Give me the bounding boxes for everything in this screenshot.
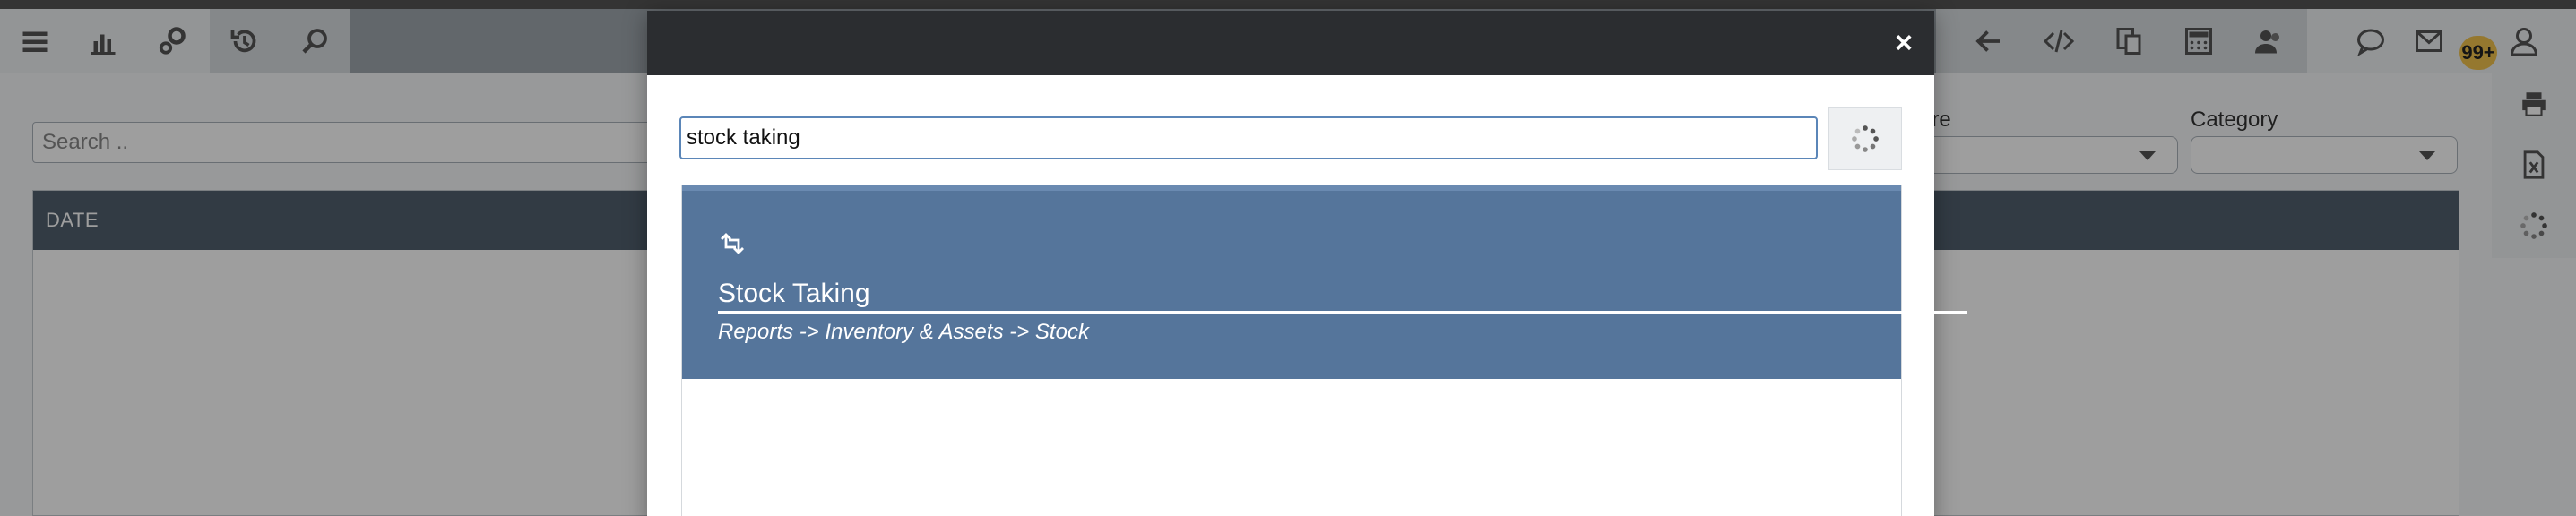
spinner-icon xyxy=(1852,125,1879,152)
modal-search-input[interactable] xyxy=(679,116,1818,159)
result-divider xyxy=(718,311,1967,314)
close-button[interactable]: × xyxy=(1895,25,1913,61)
loading-button[interactable] xyxy=(1828,108,1902,170)
retweet-icon xyxy=(721,233,744,254)
result-title[interactable]: Stock Taking xyxy=(718,279,870,309)
result-item[interactable]: Stock Taking Reports -> Inventory & Asse… xyxy=(682,185,1967,379)
search-modal: × Stock Taking Reports -> Inventory & As… xyxy=(647,11,1967,516)
result-path: Reports -> Inventory & Assets -> Stock xyxy=(718,320,1089,344)
modal-header: × xyxy=(647,11,1934,75)
results-list: Stock Taking Reports -> Inventory & Asse… xyxy=(681,185,1967,516)
